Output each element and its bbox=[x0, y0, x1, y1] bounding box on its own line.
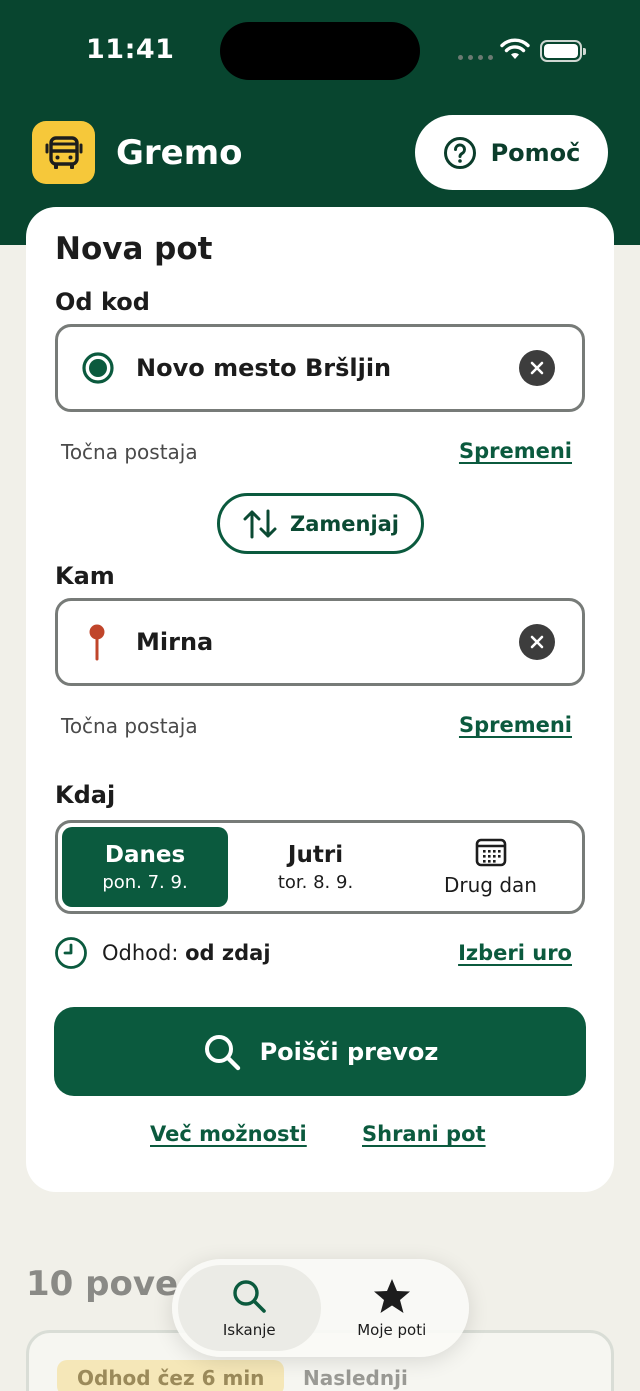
to-hint: Točna postaja bbox=[61, 714, 198, 738]
from-value: Novo mesto Bršljin bbox=[136, 354, 392, 382]
swap-label: Zamenjaj bbox=[289, 511, 400, 536]
search-icon bbox=[204, 1034, 240, 1070]
to-change-link[interactable]: Spremeni bbox=[459, 713, 572, 737]
when-label: Kdaj bbox=[55, 781, 116, 809]
help-icon bbox=[443, 136, 476, 169]
dynamic-island bbox=[220, 22, 420, 80]
close-icon bbox=[530, 635, 544, 649]
to-label: Kam bbox=[55, 562, 115, 590]
calendar-icon bbox=[475, 838, 506, 867]
new-route-card: Nova pot Od kod Novo mesto Bršljin Točna… bbox=[26, 207, 614, 1192]
close-icon bbox=[530, 361, 544, 375]
day-main: Drug dan bbox=[444, 873, 537, 897]
battery-icon bbox=[540, 40, 586, 62]
clock-icon bbox=[55, 937, 87, 969]
day-option-other[interactable]: Drug dan bbox=[403, 827, 578, 907]
departure-prefix: Odhod: bbox=[102, 941, 179, 965]
tab-search[interactable]: Iskanje bbox=[178, 1265, 321, 1351]
star-icon bbox=[373, 1279, 410, 1313]
wifi-icon bbox=[500, 38, 530, 59]
day-option-today[interactable]: Danes pon. 7. 9. bbox=[62, 827, 228, 907]
day-main: Danes bbox=[104, 841, 186, 868]
tab-label: Moje poti bbox=[357, 1321, 427, 1339]
bus-logo-icon bbox=[32, 121, 95, 184]
departure-text: Odhod: od zdaj bbox=[102, 941, 271, 965]
from-label: Od kod bbox=[55, 288, 150, 316]
departure-chip: Odhod čez 6 min bbox=[57, 1360, 285, 1391]
next-chip: Naslednji bbox=[303, 1366, 408, 1390]
results-title: 10 pove bbox=[26, 1264, 179, 1304]
save-route-link[interactable]: Shrani pot bbox=[362, 1122, 486, 1146]
tab-label: Iskanje bbox=[222, 1321, 276, 1339]
search-button-label: Poišči prevoz bbox=[259, 1037, 439, 1066]
from-change-link[interactable]: Spremeni bbox=[459, 439, 572, 463]
clear-from-button[interactable] bbox=[519, 350, 555, 386]
day-date: pon. 7. 9. bbox=[102, 871, 188, 893]
day-selector: Danes pon. 7. 9. Jutri tor. 8. 9. Drug d… bbox=[55, 820, 585, 914]
choose-time-link[interactable]: Izberi uro bbox=[458, 941, 572, 965]
from-field[interactable]: Novo mesto Bršljin bbox=[55, 324, 585, 412]
map-pin-icon bbox=[89, 624, 105, 661]
from-hint: Točna postaja bbox=[61, 440, 198, 464]
to-value: Mirna bbox=[136, 628, 214, 656]
tab-my-routes[interactable]: Moje poti bbox=[321, 1265, 464, 1351]
tab-bar: Iskanje Moje poti bbox=[172, 1259, 469, 1357]
status-time: 11:41 bbox=[86, 34, 175, 65]
help-button-label: Pomoč bbox=[490, 138, 581, 167]
to-field[interactable]: Mirna bbox=[55, 598, 585, 686]
search-button[interactable]: Poišči prevoz bbox=[54, 1007, 586, 1096]
cellular-signal-icon bbox=[458, 55, 493, 60]
card-title: Nova pot bbox=[55, 231, 213, 267]
day-main: Jutri bbox=[287, 841, 344, 868]
departure-value: od zdaj bbox=[185, 941, 271, 965]
swap-arrows-icon bbox=[243, 509, 277, 538]
help-button[interactable]: Pomoč bbox=[415, 115, 608, 190]
day-option-tomorrow[interactable]: Jutri tor. 8. 9. bbox=[228, 827, 403, 907]
day-date: tor. 8. 9. bbox=[277, 871, 354, 893]
search-icon bbox=[233, 1280, 267, 1313]
more-options-link[interactable]: Več možnosti bbox=[150, 1122, 307, 1146]
swap-button[interactable]: Zamenjaj bbox=[217, 493, 424, 554]
origin-dot-icon bbox=[82, 352, 114, 384]
app-title: Gremo bbox=[116, 133, 243, 173]
clear-to-button[interactable] bbox=[519, 624, 555, 660]
